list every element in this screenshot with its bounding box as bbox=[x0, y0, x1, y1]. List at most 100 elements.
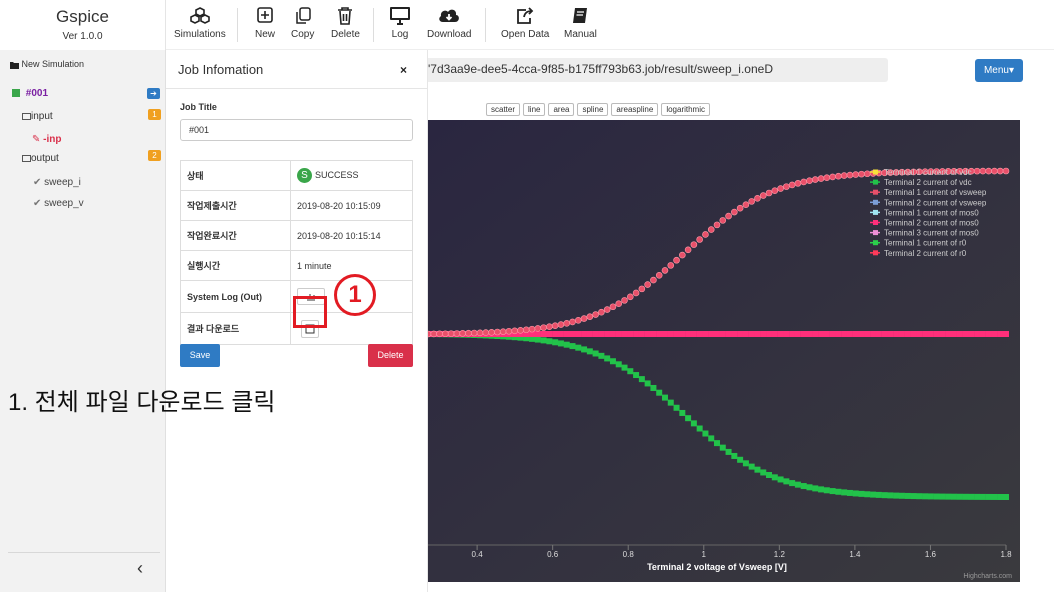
data-point bbox=[650, 276, 657, 284]
data-point bbox=[742, 201, 750, 208]
data-point bbox=[482, 329, 490, 336]
chart-type-logarithmic[interactable]: logarithmic bbox=[661, 103, 710, 116]
data-point bbox=[690, 241, 698, 248]
chart-type-scatter[interactable]: scatter bbox=[486, 103, 521, 116]
submit-time-label: 작업제출시간 bbox=[180, 190, 291, 221]
data-point bbox=[904, 492, 911, 499]
panel-header: Job Infomation × bbox=[166, 50, 427, 89]
sidebar: New Simulation #001 ➔ input 1 ✎ -inp out… bbox=[0, 50, 166, 592]
data-point bbox=[633, 372, 640, 379]
data-point bbox=[494, 328, 501, 336]
data-point bbox=[817, 175, 825, 182]
data-point bbox=[708, 435, 715, 442]
data-point bbox=[690, 420, 697, 427]
chart-type-spline[interactable]: spline bbox=[577, 103, 609, 116]
data-point bbox=[696, 331, 703, 337]
delete-button[interactable]: Delete bbox=[368, 344, 413, 367]
data-point bbox=[991, 167, 998, 175]
close-icon[interactable]: × bbox=[400, 63, 407, 77]
data-point bbox=[586, 348, 593, 355]
download-button[interactable]: Download bbox=[427, 6, 471, 40]
sidebar-output-item[interactable]: ✔ sweep_i bbox=[33, 177, 81, 188]
simulations-button[interactable]: Simulations bbox=[174, 6, 226, 40]
data-point bbox=[939, 331, 946, 337]
data-point bbox=[517, 327, 524, 334]
data-point bbox=[522, 326, 530, 334]
cloud-download-icon bbox=[439, 9, 460, 22]
data-point bbox=[656, 331, 663, 337]
data-point bbox=[586, 313, 594, 320]
sidebar-output-item[interactable]: ✔ sweep_v bbox=[33, 198, 84, 209]
data-point bbox=[552, 331, 559, 337]
job-title-input[interactable]: #001 bbox=[180, 119, 413, 141]
output-label: output bbox=[31, 153, 59, 164]
x-tick-label: 1.2 bbox=[774, 550, 786, 559]
copy-button[interactable]: Copy bbox=[291, 6, 314, 40]
data-point bbox=[696, 236, 703, 243]
data-point bbox=[887, 492, 894, 499]
data-point bbox=[812, 331, 819, 337]
share-icon bbox=[517, 7, 534, 24]
data-point bbox=[581, 346, 588, 353]
manual-label: Manual bbox=[564, 29, 597, 40]
data-point bbox=[609, 331, 616, 337]
data-point bbox=[1003, 494, 1009, 500]
input-label: input bbox=[31, 111, 53, 122]
data-point bbox=[442, 330, 449, 338]
highlight-box bbox=[293, 296, 327, 328]
chart-type-area[interactable]: area bbox=[548, 103, 575, 116]
output-item-label: sweep_i bbox=[44, 177, 81, 188]
data-point bbox=[650, 331, 657, 337]
sidebar-output-folder[interactable]: output bbox=[22, 153, 59, 164]
data-point bbox=[933, 331, 940, 337]
data-point bbox=[615, 361, 622, 368]
data-point bbox=[766, 331, 773, 337]
arrow-right-icon[interactable]: ➔ bbox=[147, 88, 160, 99]
log-button[interactable]: Log bbox=[389, 6, 411, 40]
data-point bbox=[569, 343, 576, 350]
app-name: Gspice bbox=[56, 7, 109, 26]
save-button[interactable]: Save bbox=[180, 344, 220, 367]
data-point bbox=[800, 483, 807, 490]
system-log-label: System Log (Out) bbox=[180, 280, 291, 313]
data-point bbox=[476, 329, 484, 337]
data-point bbox=[546, 338, 553, 345]
sidebar-job-item[interactable]: #001 bbox=[12, 88, 48, 99]
folder-open-icon bbox=[22, 112, 31, 120]
legend-item: Terminal 2 current of mos0 bbox=[884, 219, 979, 228]
data-point bbox=[598, 331, 605, 337]
new-button[interactable]: New bbox=[255, 6, 275, 40]
data-point bbox=[829, 173, 836, 181]
data-point bbox=[621, 297, 628, 304]
new-simulation-link[interactable]: New Simulation bbox=[10, 59, 84, 69]
data-point bbox=[916, 493, 923, 500]
data-point bbox=[916, 331, 923, 337]
data-point bbox=[846, 331, 853, 337]
data-point bbox=[823, 331, 830, 337]
data-point bbox=[511, 327, 518, 335]
check-icon: ✔ bbox=[33, 198, 42, 209]
data-point bbox=[985, 167, 992, 175]
chart-type-areaspline[interactable]: areaspline bbox=[611, 103, 659, 116]
data-point bbox=[563, 341, 570, 348]
delete-toolbar-button[interactable]: Delete bbox=[331, 6, 360, 40]
data-point bbox=[725, 331, 732, 337]
chart-type-line[interactable]: line bbox=[523, 103, 546, 116]
menu-button[interactable]: Menu▾ bbox=[975, 59, 1023, 82]
data-point bbox=[627, 293, 634, 301]
data-point bbox=[863, 170, 871, 178]
toolbar: Simulations New Copy Delete Log Download… bbox=[166, 0, 1054, 50]
sidebar-input-folder[interactable]: input bbox=[22, 111, 53, 122]
data-point bbox=[904, 331, 911, 337]
data-point bbox=[927, 331, 934, 337]
data-point bbox=[829, 331, 836, 337]
data-point bbox=[806, 331, 813, 337]
sidebar-inp-file[interactable]: ✎ -inp bbox=[32, 134, 62, 145]
manual-button[interactable]: Manual bbox=[564, 6, 597, 40]
data-point bbox=[783, 331, 790, 337]
data-point bbox=[621, 331, 628, 337]
data-point bbox=[638, 285, 646, 293]
collapse-sidebar-button[interactable]: ‹ bbox=[137, 558, 143, 579]
data-point bbox=[852, 331, 859, 337]
open-data-button[interactable]: Open Data bbox=[501, 6, 549, 40]
